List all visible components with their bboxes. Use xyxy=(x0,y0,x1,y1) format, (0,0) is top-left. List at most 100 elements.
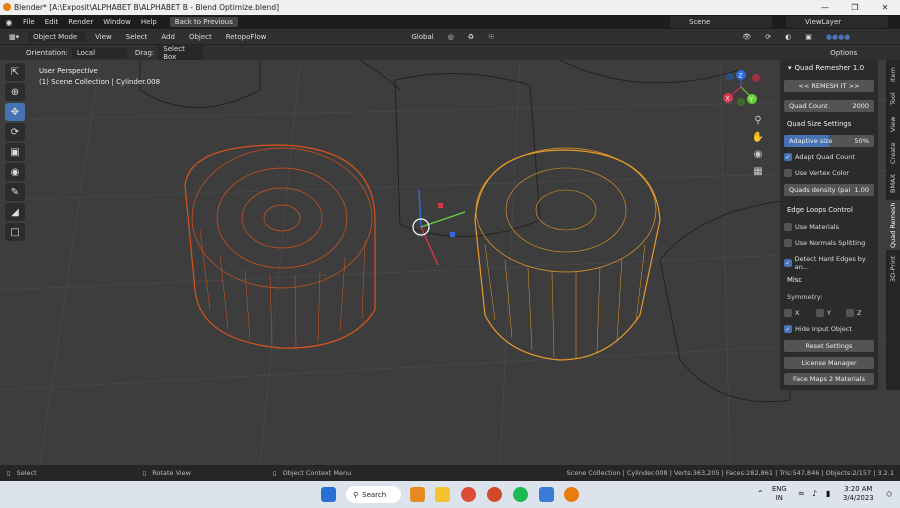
menu-window[interactable]: Window xyxy=(98,18,136,26)
edge-loops-section[interactable]: Edge Loops Control xyxy=(784,206,874,214)
language-indicator[interactable]: ENG IN xyxy=(772,485,787,503)
speaker-icon[interactable]: ♪ xyxy=(812,489,817,498)
grid-view-icon[interactable]: ▦ xyxy=(751,163,765,180)
close-button[interactable]: ✕ xyxy=(870,0,900,15)
symmetry-z-label: Z xyxy=(857,309,862,317)
xray-toggle-icon[interactable]: ▣ xyxy=(800,32,817,42)
tab-item[interactable]: Item xyxy=(886,64,900,86)
move-tool-icon[interactable]: ✥ xyxy=(5,103,25,121)
viewlayer-selector[interactable]: ViewLayer xyxy=(786,16,888,28)
view-object-types-icon[interactable]: 👁 xyxy=(737,32,756,42)
lang-secondary: IN xyxy=(775,494,783,502)
tab-quad-remesh[interactable]: Quad Remesh xyxy=(886,200,900,250)
viewport-scene: Z Y X xyxy=(0,60,900,465)
transform-gizmo[interactable] xyxy=(412,189,466,266)
editor-type-icon[interactable]: ▩▾ xyxy=(4,32,24,42)
yellow-cylinder-mesh[interactable] xyxy=(474,147,661,361)
panel-header[interactable]: ▾ Quad Remesher 1.0 xyxy=(780,60,878,76)
transform-tool-icon[interactable]: ◉ xyxy=(5,163,25,181)
annotate-tool-icon[interactable]: ✎ xyxy=(5,183,25,201)
orange-cylinder-mesh[interactable] xyxy=(184,144,376,349)
menu-object[interactable]: Object xyxy=(184,32,217,42)
navigation-gizmo[interactable]: Z Y X xyxy=(723,70,760,106)
menu-edit[interactable]: Edit xyxy=(40,18,64,26)
powerpoint-icon[interactable] xyxy=(487,487,502,502)
tab-3d-print[interactable]: 3D-Print xyxy=(886,252,900,286)
object-mode-dropdown[interactable]: Object Mode xyxy=(28,31,87,42)
hide-input-object-checkbox[interactable]: ✓ Hide Input Object xyxy=(784,325,852,333)
use-materials-checkbox[interactable]: Use Materials xyxy=(784,223,839,231)
3d-viewport[interactable]: Z Y X xyxy=(0,60,900,465)
rotate-tool-icon[interactable]: ⟳ xyxy=(5,123,25,141)
use-vertex-color-checkbox[interactable]: Use Vertex Color xyxy=(784,169,849,177)
status-select: Select xyxy=(16,469,37,477)
collapse-chevron-icon[interactable]: ▾ xyxy=(788,64,792,72)
blender-menu-icon[interactable]: ◉ xyxy=(0,18,18,27)
proportional-edit-icon[interactable]: ☉ xyxy=(483,32,499,42)
use-normals-splitting-checkbox[interactable]: Use Normals Splitting xyxy=(784,239,865,247)
tab-view[interactable]: View xyxy=(886,112,900,136)
menu-file[interactable]: File xyxy=(18,18,40,26)
snap-icon[interactable]: ♻ xyxy=(463,32,479,42)
tab-bmax[interactable]: BMAX xyxy=(886,170,900,198)
chrome-icon[interactable] xyxy=(461,487,476,502)
tab-tool[interactable]: Tool xyxy=(886,88,900,110)
windows-start-icon[interactable] xyxy=(321,487,336,502)
taskbar-search[interactable]: ⚲ Search xyxy=(346,486,401,503)
symmetry-z-checkbox[interactable]: Z xyxy=(846,309,861,317)
misc-section[interactable]: Misc xyxy=(784,276,874,284)
zoom-icon[interactable]: ⚲ xyxy=(751,112,765,129)
scale-tool-icon[interactable]: ▣ xyxy=(5,143,25,161)
notification-icon[interactable]: ◇ xyxy=(886,489,892,498)
scene-selector[interactable]: Scene xyxy=(670,16,772,28)
symmetry-y-checkbox[interactable]: Y xyxy=(816,309,831,317)
checkbox-box xyxy=(784,169,792,177)
adapt-quad-count-checkbox[interactable]: ✓ Adapt Quad Count xyxy=(784,153,855,161)
face-maps-button[interactable]: Face Maps 2 Materials xyxy=(784,373,874,385)
adaptive-size-slider[interactable]: Adaptive size 50% xyxy=(784,135,874,147)
menu-add[interactable]: Add xyxy=(156,32,180,42)
quads-density-field[interactable]: Quads density (pai 1.00 xyxy=(784,184,874,196)
license-manager-button[interactable]: License Manager xyxy=(784,357,874,369)
menu-retopoflow[interactable]: RetopoFlow xyxy=(221,32,272,42)
quad-size-section[interactable]: Quad Size Settings xyxy=(784,120,874,128)
remesh-button[interactable]: << REMESH IT >> xyxy=(784,80,874,92)
chevron-up-icon[interactable]: ⌃ xyxy=(757,489,764,498)
file-explorer-icon[interactable] xyxy=(435,487,450,502)
transform-orientation-dropdown[interactable]: Global xyxy=(406,32,438,42)
menu-render[interactable]: Render xyxy=(63,18,98,26)
back-to-previous-button[interactable]: Back to Previous xyxy=(169,17,238,27)
select-box-tool-icon[interactable]: ⇱ xyxy=(5,63,25,81)
add-cube-tool-icon[interactable]: □ xyxy=(5,223,25,241)
pivot-icon[interactable]: ◎ xyxy=(443,32,459,42)
battery-icon[interactable]: ▮ xyxy=(826,489,830,498)
spotify-icon[interactable] xyxy=(513,487,528,502)
photos-icon[interactable] xyxy=(539,487,554,502)
menu-help[interactable]: Help xyxy=(136,18,162,26)
drag-dropdown[interactable]: Select Box xyxy=(158,43,204,62)
pan-hand-icon[interactable]: ✋ xyxy=(751,129,765,146)
tab-create[interactable]: Create xyxy=(886,138,900,168)
shading-solid-icon[interactable]: ●●●● xyxy=(821,32,855,42)
camera-icon[interactable]: ◉ xyxy=(751,146,765,163)
maximize-button[interactable]: ❐ xyxy=(840,0,870,15)
orientation-dropdown[interactable]: Local xyxy=(71,47,127,58)
sublime-icon[interactable] xyxy=(410,487,425,502)
options-button[interactable]: Options xyxy=(825,48,862,58)
reset-settings-button[interactable]: Reset Settings xyxy=(784,340,874,352)
minimize-button[interactable]: — xyxy=(810,0,840,15)
cursor-tool-icon[interactable]: ⊕ xyxy=(5,83,25,101)
quad-count-field[interactable]: Quad Count 2000 xyxy=(784,100,874,112)
symmetry-x-checkbox[interactable]: X xyxy=(784,309,799,317)
detect-hard-edges-checkbox[interactable]: ✓ Detect Hard Edges by an... xyxy=(784,255,878,271)
overlay-toggle-icon[interactable]: ◐ xyxy=(780,32,796,42)
wifi-icon[interactable]: ≈ xyxy=(798,489,805,498)
tool-settings-bar: Orientation: Local Drag: Select Box Opti… xyxy=(0,43,900,62)
menu-view[interactable]: View xyxy=(90,32,117,42)
gizmo-toggle-icon[interactable]: ⟳ xyxy=(760,32,776,42)
measure-tool-icon[interactable]: ◢ xyxy=(5,203,25,221)
menu-select[interactable]: Select xyxy=(121,32,153,42)
panel-title: Quad Remesher 1.0 xyxy=(794,64,865,72)
clock[interactable]: 3:20 AM 3/4/2023 xyxy=(843,485,874,503)
blender-taskbar-icon[interactable] xyxy=(564,487,579,502)
